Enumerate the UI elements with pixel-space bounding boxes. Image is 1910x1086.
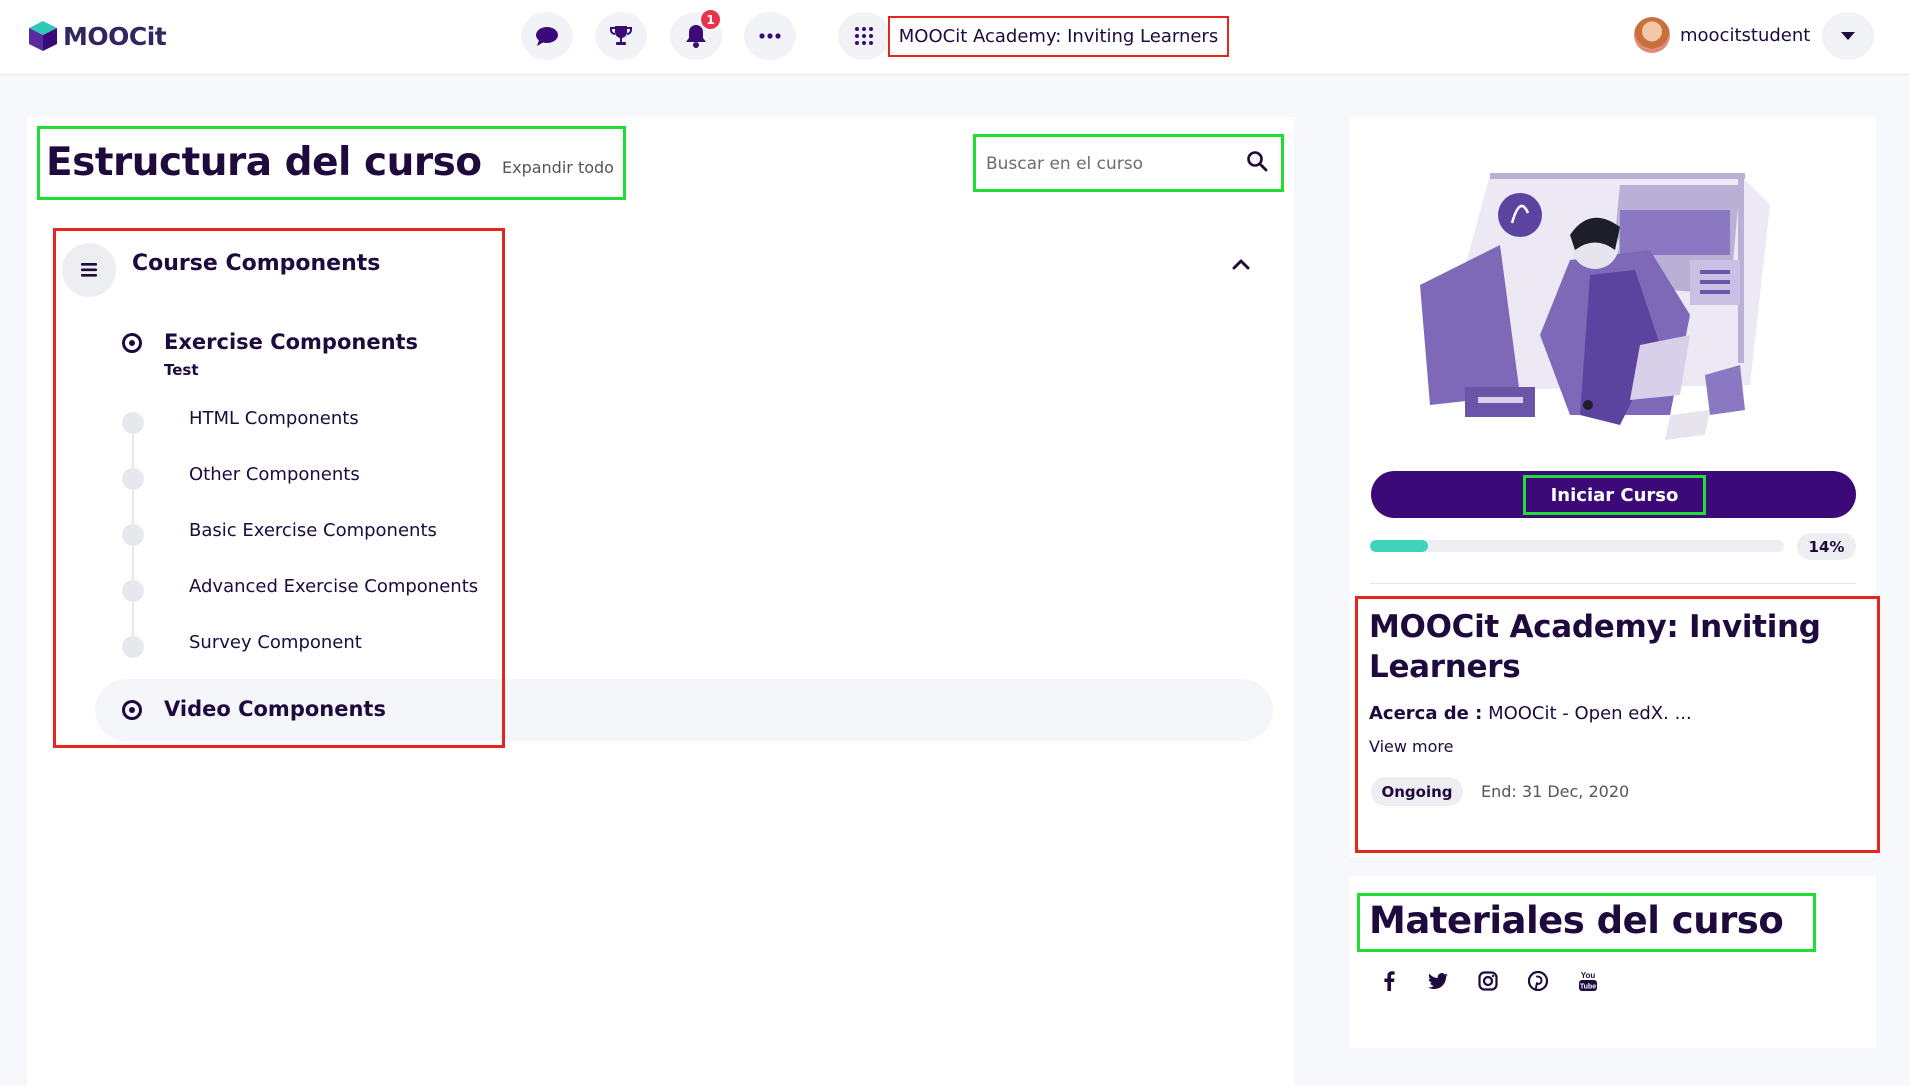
facebook-icon	[1384, 971, 1395, 991]
discussion-button[interactable]	[521, 12, 573, 60]
start-course-label[interactable]: Iniciar Curso	[1523, 475, 1706, 515]
about-text: MOOCit - Open edX. ...	[1488, 703, 1692, 724]
unit-link-html[interactable]: HTML Components	[189, 408, 359, 429]
grid-icon	[855, 27, 873, 45]
chat-bubble-icon	[536, 27, 558, 46]
chevron-up-icon[interactable]	[1232, 258, 1250, 270]
subsection-title-exercise[interactable]: Exercise Components	[164, 330, 418, 354]
search-input[interactable]	[986, 154, 1216, 174]
search-icon[interactable]	[1246, 150, 1268, 172]
unit-link-basic-exercise[interactable]: Basic Exercise Components	[189, 520, 437, 541]
materials-title: Materiales del curso	[1369, 899, 1784, 942]
twitter-icon	[1428, 973, 1448, 989]
divider	[1370, 583, 1856, 584]
instagram-link[interactable]	[1473, 966, 1503, 996]
notification-count-badge: 1	[699, 8, 722, 31]
section-title[interactable]: Course Components	[132, 251, 380, 276]
notifications-button[interactable]: 1	[670, 8, 722, 60]
subsection-target-icon	[122, 333, 142, 353]
twitter-link[interactable]	[1423, 966, 1453, 996]
course-illustration	[1420, 173, 1770, 440]
instagram-icon	[1478, 971, 1498, 991]
facebook-link[interactable]	[1374, 966, 1404, 996]
logo-text: MOOCit	[63, 21, 167, 51]
subsection-title-video[interactable]: Video Components	[164, 697, 386, 721]
unit-dot	[122, 636, 144, 658]
outline-section-highlight	[53, 228, 505, 748]
unit-link-advanced-exercise[interactable]: Advanced Exercise Components	[189, 576, 478, 597]
trophy-icon	[610, 26, 632, 45]
unit-dot	[122, 412, 144, 434]
subsection-caption: Test	[164, 361, 199, 379]
apps-grid-button[interactable]	[838, 12, 890, 60]
youtube-text-top: You	[1581, 971, 1596, 980]
user-dropdown-button[interactable]	[1822, 12, 1874, 60]
course-about: Acerca de : MOOCit - Open edX. ...	[1369, 703, 1692, 724]
status-badge: Ongoing	[1371, 777, 1463, 806]
menu-lines-icon	[81, 263, 97, 277]
about-label: Acerca de :	[1369, 703, 1483, 724]
view-more-link[interactable]: View more	[1369, 737, 1454, 756]
progress-percentage: 14%	[1797, 533, 1856, 560]
expand-all-button[interactable]: Expandir todo	[502, 158, 614, 177]
unit-dot	[122, 468, 144, 490]
youtube-text-bottom: Tube	[1580, 984, 1596, 991]
username: moocitstudent	[1680, 24, 1811, 46]
youtube-link[interactable]: You Tube	[1573, 966, 1603, 996]
subsection-target-icon	[122, 700, 142, 720]
header-course-title[interactable]: MOOCit Academy: Inviting Learners	[888, 16, 1229, 57]
unit-link-survey[interactable]: Survey Component	[189, 632, 362, 653]
more-options-button[interactable]	[744, 12, 796, 60]
logo[interactable]: MOOCit	[27, 18, 167, 54]
caret-down-icon	[1841, 32, 1855, 40]
pinterest-link[interactable]	[1523, 966, 1553, 996]
top-navigation-bar: MOOCit 1 MOOCit Academy: Inviting Learne…	[0, 0, 1910, 75]
unit-dot	[122, 580, 144, 602]
course-search	[984, 142, 1254, 186]
course-progress-bar	[1370, 540, 1784, 552]
user-menu[interactable]: moocitstudent	[1634, 17, 1810, 53]
unit-dot	[122, 524, 144, 546]
achievements-button[interactable]	[595, 12, 647, 60]
course-end-date: End: 31 Dec, 2020	[1481, 782, 1630, 801]
logo-cube-icon	[29, 21, 57, 51]
unit-link-other[interactable]: Other Components	[189, 464, 360, 485]
page-title: Estructura del curso	[46, 140, 482, 185]
sidebar-course-title: MOOCit Academy: Inviting Learners	[1369, 609, 1821, 685]
ellipsis-icon	[759, 33, 781, 39]
youtube-icon: You Tube	[1579, 971, 1597, 991]
avatar	[1634, 17, 1670, 53]
pinterest-icon	[1528, 971, 1548, 991]
progress-fill	[1370, 540, 1428, 552]
section-icon-container	[62, 243, 116, 297]
